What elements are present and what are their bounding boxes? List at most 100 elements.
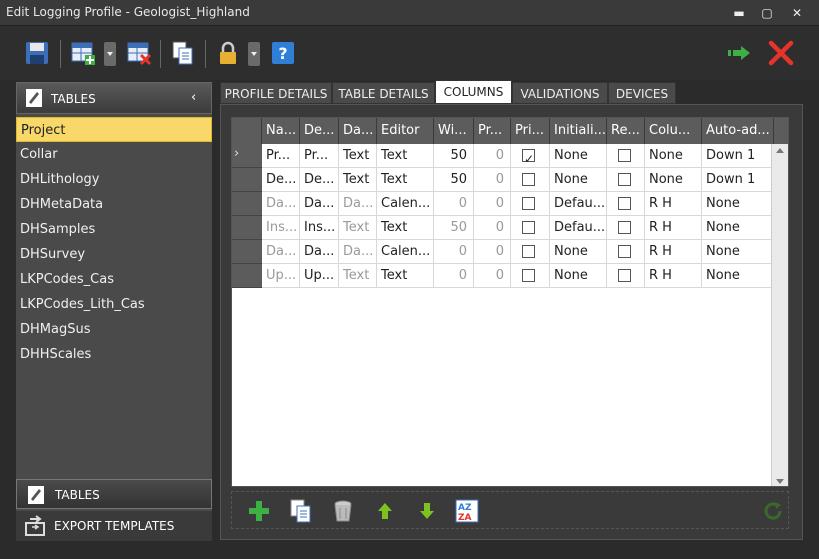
- cell-dtype[interactable]: Text: [339, 144, 377, 168]
- col-header-primary[interactable]: Pri...: [511, 118, 550, 144]
- row-header[interactable]: [232, 240, 262, 264]
- row-header[interactable]: [232, 216, 262, 240]
- cell-req[interactable]: [607, 192, 645, 216]
- minimize-button[interactable]: ▬: [727, 3, 751, 23]
- table-item-dhsurvey[interactable]: DHSurvey: [16, 242, 212, 267]
- cell-width[interactable]: 50: [434, 168, 474, 192]
- cell-dtype[interactable]: Text: [339, 264, 377, 288]
- cell-name[interactable]: Up...: [262, 264, 300, 288]
- cell-init[interactable]: None: [550, 168, 607, 192]
- primary-checkbox[interactable]: [522, 173, 535, 186]
- cell-col[interactable]: None: [645, 144, 702, 168]
- cell-name[interactable]: De...: [262, 168, 300, 192]
- delete-table-icon[interactable]: [126, 40, 154, 66]
- required-checkbox[interactable]: [618, 245, 631, 258]
- col-header-name[interactable]: Na...: [262, 118, 300, 144]
- table-row[interactable]: Da... Da... Da... Calen... 0 0 None R H None: [232, 240, 774, 264]
- table-row[interactable]: De... De... Text Text 50 0 None None Down 1: [232, 168, 774, 192]
- tables-nav-button[interactable]: TABLES: [16, 479, 212, 509]
- cell-auto[interactable]: Down 1: [702, 168, 774, 192]
- col-header-initial[interactable]: Initiali...: [550, 118, 607, 144]
- tab-devices[interactable]: DEVICES: [608, 82, 676, 104]
- required-checkbox[interactable]: [618, 197, 631, 210]
- primary-checkbox[interactable]: [522, 147, 535, 168]
- cell-desc[interactable]: De...: [300, 168, 339, 192]
- table-row[interactable]: ›Pr...Pr...TextText500NoneNoneDown 1: [232, 144, 774, 168]
- export-templates-button[interactable]: EXPORT TEMPLATES: [16, 511, 212, 541]
- cell-req[interactable]: [607, 264, 645, 288]
- refresh-icon[interactable]: [760, 498, 786, 524]
- cell-auto[interactable]: None: [702, 192, 774, 216]
- cell-prec[interactable]: 0: [474, 216, 511, 240]
- table-row[interactable]: Up... Up... Text Text 0 0 None R H None: [232, 264, 774, 288]
- cell-auto[interactable]: None: [702, 216, 774, 240]
- col-header-precision[interactable]: Pr...: [474, 118, 511, 144]
- tab-profile-details[interactable]: PROFILE DETAILS: [220, 82, 332, 104]
- col-header-required[interactable]: Re...: [607, 118, 645, 144]
- cell-prec[interactable]: 0: [474, 144, 511, 168]
- required-checkbox[interactable]: [618, 149, 631, 162]
- cell-auto[interactable]: None: [702, 240, 774, 264]
- cell-name[interactable]: Da...: [262, 240, 300, 264]
- tab-columns[interactable]: COLUMNS: [435, 80, 512, 104]
- add-table-icon[interactable]: [70, 40, 98, 66]
- cell-dtype[interactable]: Da...: [339, 192, 377, 216]
- tab-validations[interactable]: VALIDATIONS: [512, 82, 608, 104]
- cancel-icon[interactable]: [768, 40, 796, 66]
- copy-column-icon[interactable]: [288, 498, 314, 524]
- cell-name[interactable]: Pr...: [262, 144, 300, 168]
- table-item-collar[interactable]: Collar: [16, 142, 212, 167]
- required-checkbox[interactable]: [618, 269, 631, 282]
- primary-checkbox[interactable]: [522, 197, 535, 210]
- cell-req[interactable]: [607, 144, 645, 168]
- cell-col[interactable]: R H: [645, 240, 702, 264]
- cell-init[interactable]: None: [550, 240, 607, 264]
- cell-pri[interactable]: [511, 168, 550, 192]
- col-header-width[interactable]: Wi...: [434, 118, 474, 144]
- tables-panel-header[interactable]: TABLES ‹: [16, 82, 212, 114]
- col-header-editor[interactable]: Editor: [377, 118, 434, 144]
- cell-desc[interactable]: Ins...: [300, 216, 339, 240]
- help-icon[interactable]: ?: [270, 40, 298, 66]
- close-window-button[interactable]: ✕: [785, 3, 809, 23]
- cell-name[interactable]: Da...: [262, 192, 300, 216]
- table-item-dhmetadata[interactable]: DHMetaData: [16, 192, 212, 217]
- move-up-icon[interactable]: [372, 498, 398, 524]
- row-header[interactable]: ›: [232, 144, 262, 168]
- cell-prec[interactable]: 0: [474, 240, 511, 264]
- cell-prec[interactable]: 0: [474, 264, 511, 288]
- required-checkbox[interactable]: [618, 221, 631, 234]
- cell-width[interactable]: 0: [434, 264, 474, 288]
- col-header-column[interactable]: Colu...: [645, 118, 702, 144]
- cell-init[interactable]: Defau...: [550, 192, 607, 216]
- table-row[interactable]: Da... Da... Da... Calen... 0 0 Defau... R H None: [232, 192, 774, 216]
- cell-req[interactable]: [607, 240, 645, 264]
- primary-checkbox[interactable]: [522, 221, 535, 234]
- primary-checkbox[interactable]: [522, 269, 535, 282]
- next-arrow-icon[interactable]: [726, 40, 754, 66]
- tab-table-details[interactable]: TABLE DETAILS: [332, 82, 435, 104]
- cell-desc[interactable]: Da...: [300, 240, 339, 264]
- cell-req[interactable]: [607, 216, 645, 240]
- scroll-down-icon[interactable]: [776, 479, 784, 484]
- cell-prec[interactable]: 0: [474, 168, 511, 192]
- cell-req[interactable]: [607, 168, 645, 192]
- cell-pri[interactable]: [511, 240, 550, 264]
- cell-editor[interactable]: Text: [377, 264, 434, 288]
- cell-auto[interactable]: Down 1: [702, 144, 774, 168]
- cell-auto[interactable]: None: [702, 264, 774, 288]
- cell-editor[interactable]: Text: [377, 168, 434, 192]
- table-item-project[interactable]: Project: [16, 117, 212, 142]
- cell-desc[interactable]: Da...: [300, 192, 339, 216]
- maximize-button[interactable]: ▢: [755, 3, 779, 23]
- cell-pri[interactable]: [511, 192, 550, 216]
- table-item-lkpcodes-lith-cas[interactable]: LKPCodes_Lith_Cas: [16, 292, 212, 317]
- cell-editor[interactable]: Calen...: [377, 192, 434, 216]
- grid-vertical-scrollbar[interactable]: [771, 144, 788, 486]
- primary-checkbox[interactable]: [522, 245, 535, 258]
- cell-init[interactable]: None: [550, 264, 607, 288]
- table-item-dhlithology[interactable]: DHLithology: [16, 167, 212, 192]
- add-table-dropdown[interactable]: [104, 42, 116, 66]
- cell-desc[interactable]: Up...: [300, 264, 339, 288]
- cell-width[interactable]: 50: [434, 144, 474, 168]
